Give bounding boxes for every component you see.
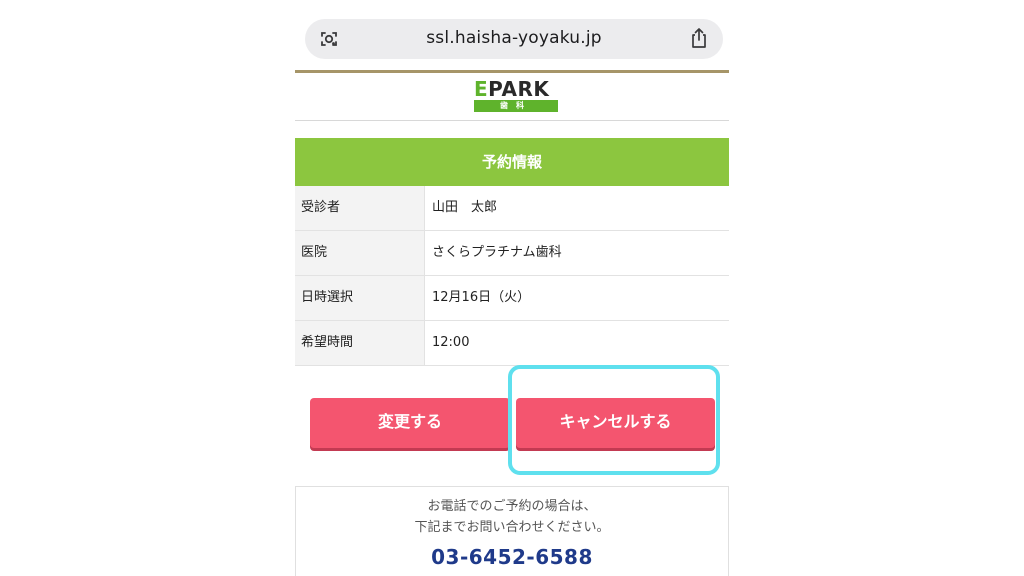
cancel-reservation-button[interactable]: キャンセルする (516, 398, 715, 448)
reservation-info-table: 受診者 山田 太郎 医院 さくらプラチナム歯科 日時選択 12月16日（火） 希… (295, 186, 729, 366)
camera-search-icon[interactable] (319, 29, 339, 49)
change-reservation-button[interactable]: 変更する (310, 398, 510, 448)
row-label: 日時選択 (295, 276, 425, 320)
logo-e: E (474, 77, 489, 101)
contact-line-2: 下記までお問い合わせください。 (414, 520, 610, 535)
row-value: さくらプラチナム歯科 (425, 231, 729, 275)
screenshot-stage: ssl.haisha-yoyaku.jp EPARK 歯科 予約情報 受診者 山… (0, 0, 1024, 576)
row-label: 医院 (295, 231, 425, 275)
logo-park: PARK (488, 77, 550, 101)
header-divider (295, 120, 729, 121)
row-value: 山田 太郎 (425, 186, 729, 230)
row-label: 受診者 (295, 186, 425, 230)
table-row-date: 日時選択 12月16日（火） (295, 276, 729, 321)
phone-number-link[interactable]: 03-6452-6588 (296, 545, 728, 569)
row-value: 12:00 (425, 321, 729, 365)
table-row-clinic: 医院 さくらプラチナム歯科 (295, 231, 729, 276)
table-row-time: 希望時間 12:00 (295, 321, 729, 366)
row-value: 12月16日（火） (425, 276, 729, 320)
share-icon[interactable] (689, 27, 709, 49)
phone-contact-box: お電話でのご予約の場合は、 下記までお問い合わせください。 03-6452-65… (295, 486, 729, 576)
header-accent-line (295, 70, 729, 73)
contact-line-1: お電話でのご予約の場合は、 (427, 499, 597, 514)
row-label: 希望時間 (295, 321, 425, 365)
browser-address-bar[interactable]: ssl.haisha-yoyaku.jp (305, 19, 723, 59)
logo-wordmark: EPARK (474, 78, 558, 100)
table-row-patient: 受診者 山田 太郎 (295, 186, 729, 231)
logo-subtitle: 歯科 (474, 100, 558, 112)
epark-logo[interactable]: EPARK 歯科 (474, 78, 558, 114)
url-text[interactable]: ssl.haisha-yoyaku.jp (365, 28, 663, 48)
reservation-info-heading: 予約情報 (295, 138, 729, 186)
